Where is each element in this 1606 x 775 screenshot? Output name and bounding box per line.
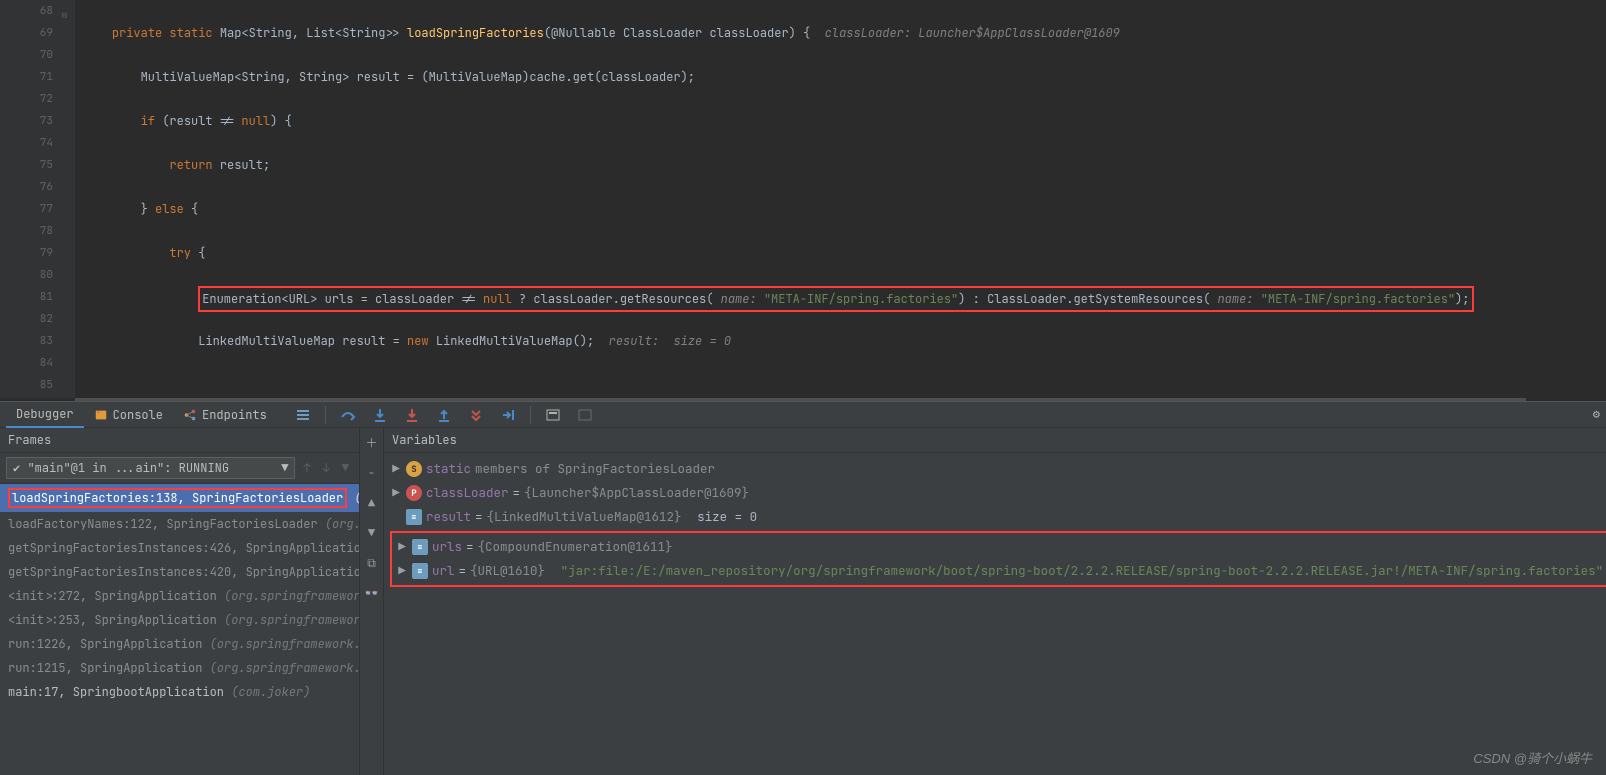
debug-tool-window: Debugger Console Endpoints ⚙ Frames ✔ "m… xyxy=(0,401,1606,775)
inline-hint: result: size = 0 xyxy=(609,333,731,349)
frames-list[interactable]: loadSpringFactories:138, SpringFactories… xyxy=(0,484,359,775)
evaluate-icon[interactable] xyxy=(543,405,563,425)
gutter: 68⊟ 697071 727374 757677 78 79✔ 808182 8… xyxy=(0,0,75,398)
frames-pane: Frames ✔ "main"@1 in ...ain": RUNNING▼ ↑… xyxy=(0,428,360,775)
thread-selector[interactable]: ✔ "main"@1 in ...ain": RUNNING▼ xyxy=(6,457,295,479)
tool-header: Debugger Console Endpoints ⚙ xyxy=(0,402,1606,428)
filter-icon[interactable]: ▼ xyxy=(338,460,353,476)
tab-debugger[interactable]: Debugger xyxy=(6,402,84,428)
var-icon: ≡ xyxy=(412,563,428,579)
frame-item[interactable]: <init>:253, SpringApplication (org.sprin… xyxy=(0,608,359,632)
frame-item[interactable]: run:1215, SpringApplication (org.springf… xyxy=(0,656,359,680)
frame-item[interactable]: <init>:272, SpringApplication (org.sprin… xyxy=(0,584,359,608)
copy-icon[interactable]: ⧉ xyxy=(367,555,376,571)
tab-endpoints[interactable]: Endpoints xyxy=(173,403,277,427)
new-watch-icon[interactable]: ＋ xyxy=(365,434,377,451)
drop-frame-icon[interactable] xyxy=(466,405,486,425)
watermark: CSDN @骑个小蜗牛 xyxy=(1473,748,1592,767)
code-content[interactable]: private static Map<String, List<String>>… xyxy=(75,0,1606,398)
up-icon[interactable]: ▲ xyxy=(368,495,375,511)
frame-item[interactable]: main:17, SpringbootApplication (com.joke… xyxy=(0,680,359,704)
force-step-into-icon[interactable] xyxy=(402,405,422,425)
frame-item[interactable]: getSpringFactoriesInstances:426, SpringA… xyxy=(0,536,359,560)
frames-title: Frames xyxy=(0,428,359,453)
highlight-box: ▶≡ urls = {CompoundEnumeration@1611} ▶≡ … xyxy=(390,531,1606,587)
frame-item[interactable]: run:1226, SpringApplication (org.springf… xyxy=(0,632,359,656)
variables-pane: ＋ − ▲ ▼ ⧉ 👓 Variables ▶S static members … xyxy=(360,428,1606,775)
vars-side-tools: ＋ − ▲ ▼ ⧉ 👓 xyxy=(360,428,384,775)
step-into-icon[interactable] xyxy=(370,405,390,425)
frame-item[interactable]: loadFactoryNames:122, SpringFactoriesLoa… xyxy=(0,512,359,536)
var-row[interactable]: ▶≡ urls = {CompoundEnumeration@1611} xyxy=(396,535,1603,559)
var-icon: ≡ xyxy=(412,539,428,555)
prev-frame-icon[interactable]: ↑ xyxy=(299,460,314,476)
frame-item[interactable]: getSpringFactoriesInstances:420, SpringA… xyxy=(0,560,359,584)
step-out-icon[interactable] xyxy=(434,405,454,425)
layout-icon[interactable] xyxy=(293,405,313,425)
down-icon[interactable]: ▼ xyxy=(368,525,375,541)
variables-title: Variables xyxy=(384,428,1606,453)
var-row[interactable]: ▶≡ url = {URL@1610} "jar:file:/E:/maven_… xyxy=(396,559,1603,583)
remove-watch-icon[interactable]: − xyxy=(368,465,375,481)
gear-icon[interactable]: ⚙ xyxy=(1593,406,1600,422)
frame-item[interactable]: loadSpringFactories:138, SpringFactories… xyxy=(0,484,359,512)
debug-toolbar xyxy=(293,405,595,425)
glasses-icon[interactable]: 👓 xyxy=(364,585,379,601)
step-over-icon[interactable] xyxy=(338,405,358,425)
trace-icon[interactable] xyxy=(575,405,595,425)
run-to-cursor-icon[interactable] xyxy=(498,405,518,425)
endpoints-icon xyxy=(183,408,197,422)
static-icon: S xyxy=(406,461,422,477)
inline-hint: classLoader: Launcher$AppClassLoader@160… xyxy=(825,25,1120,41)
console-icon xyxy=(94,408,108,422)
tab-console[interactable]: Console xyxy=(84,403,173,427)
var-row[interactable]: ▶P classLoader = {Launcher$AppClassLoade… xyxy=(390,481,1606,505)
next-frame-icon[interactable]: ↓ xyxy=(319,460,334,476)
var-row[interactable]: ≡ result = {LinkedMultiValueMap@1612} si… xyxy=(390,505,1606,529)
highlight-box: Enumeration<URL> urls = classLoader != n… xyxy=(198,286,1473,312)
param-icon: P xyxy=(406,485,422,501)
var-row[interactable]: ▶S static members of SpringFactoriesLoad… xyxy=(390,457,1606,481)
var-icon: ≡ xyxy=(406,509,422,525)
variables-list[interactable]: ▶S static members of SpringFactoriesLoad… xyxy=(384,453,1606,775)
code-editor[interactable]: 68⊟ 697071 727374 757677 78 79✔ 808182 8… xyxy=(0,0,1606,398)
